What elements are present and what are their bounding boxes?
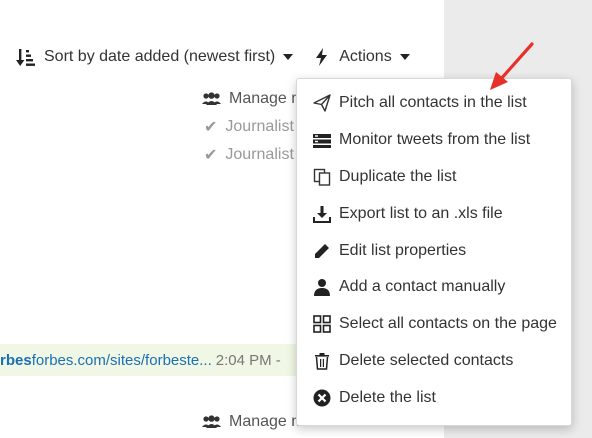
menu-item-add-contact[interactable]: Add a contact manually xyxy=(297,269,571,306)
manage-label: Manage m xyxy=(229,90,305,107)
article-link[interactable]: forbes.com/sites/forbeste... xyxy=(32,352,212,369)
journalist-label: Journalist xyxy=(225,146,294,163)
actions-label: Actions xyxy=(339,48,392,65)
journalist-label: Journalist xyxy=(225,118,294,135)
menu-item-label: Delete the list xyxy=(339,388,436,406)
actions-dropdown-button[interactable]: Actions xyxy=(315,48,410,66)
times-circle-icon xyxy=(313,389,331,407)
menu-item-label: Pitch all contacts in the list xyxy=(339,94,527,112)
user-icon xyxy=(313,278,331,297)
menu-item-label: Duplicate the list xyxy=(339,167,457,185)
menu-item-duplicate[interactable]: Duplicate the list xyxy=(297,159,571,196)
menu-item-label: Monitor tweets from the list xyxy=(339,131,531,149)
sort-label: Sort by date added (newest first) xyxy=(44,48,276,65)
menu-item-select-all[interactable]: Select all contacts on the page xyxy=(297,306,571,343)
paper-plane-icon xyxy=(313,94,331,113)
list-toolbar: Sort by date added (newest first) Action… xyxy=(16,46,410,68)
manage-media-list-link[interactable]: Manage m xyxy=(202,90,305,108)
users-icon xyxy=(202,415,221,428)
menu-item-label: Export list to an .xls file xyxy=(339,204,503,222)
journalist-row: ✔ Journalist xyxy=(204,117,294,137)
menu-item-label: Add a contact manually xyxy=(339,278,506,296)
menu-item-monitor-tweets[interactable]: Monitor tweets from the list xyxy=(297,122,571,159)
sort-dropdown[interactable]: Sort by date added (newest first) xyxy=(16,47,294,67)
chevron-down-icon xyxy=(283,54,294,60)
pencil-icon xyxy=(313,242,331,260)
menu-item-label: Delete selected contacts xyxy=(339,351,514,369)
menu-item-label: Select all contacts on the page xyxy=(339,315,557,333)
article-time: 2:04 PM - xyxy=(215,351,281,369)
menu-item-delete-selected[interactable]: Delete selected contacts xyxy=(297,343,571,380)
actions-menu: Pitch all contacts in the list Monitor t… xyxy=(296,78,572,426)
grid-icon xyxy=(313,315,331,333)
menu-item-edit-properties[interactable]: Edit list properties xyxy=(297,232,571,269)
check-icon: ✔ xyxy=(204,119,218,136)
tweets-feed-icon xyxy=(313,131,331,149)
chevron-down-icon xyxy=(399,54,410,60)
source-name[interactable]: rbes xyxy=(0,352,32,369)
users-icon xyxy=(202,92,221,105)
sort-amount-down-icon xyxy=(16,49,35,66)
menu-item-label: Edit list properties xyxy=(339,241,467,259)
annotation-arrow-icon xyxy=(490,42,534,90)
menu-item-delete-list[interactable]: Delete the list xyxy=(297,379,571,416)
bolt-icon xyxy=(316,48,328,66)
trash-icon xyxy=(313,352,331,370)
download-icon xyxy=(313,205,331,223)
copy-icon xyxy=(313,168,331,186)
journalist-row: ✔ Journalist xyxy=(204,145,294,165)
check-icon: ✔ xyxy=(204,147,218,164)
menu-item-export-xls[interactable]: Export list to an .xls file xyxy=(297,195,571,232)
